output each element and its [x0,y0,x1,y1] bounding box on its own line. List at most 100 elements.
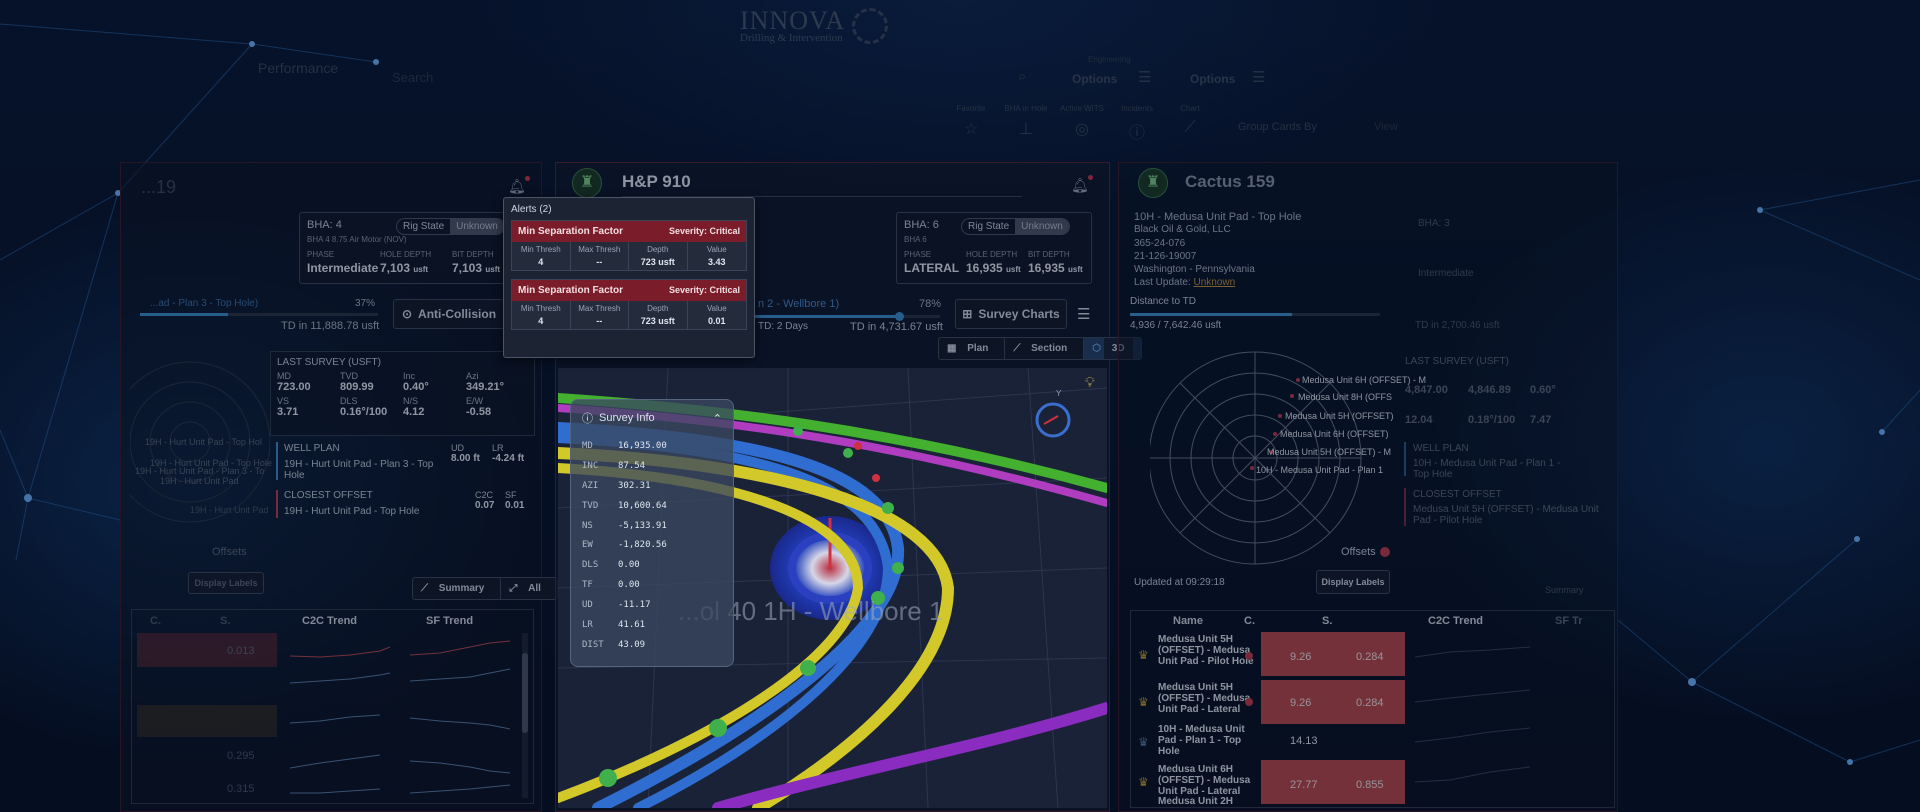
col-s-right[interactable]: S. [1322,615,1332,627]
last-survey-title-right: LAST SURVEY (USFT) [1405,356,1509,367]
alert-card-2[interactable]: Min Separation Factor Severity: Critical … [511,279,747,330]
rig-state-label: Rig State [403,221,445,232]
anti-collision-button[interactable]: ⊙ Anti-Collision [393,299,505,329]
menu-icon[interactable]: ☰ [1138,68,1151,86]
lightbulb-icon[interactable]: 💡︎ [1085,374,1095,391]
sf-cell-2: 0.295 [227,750,255,762]
logo-subtitle: Drilling & Intervention [740,32,843,44]
display-labels-button-right[interactable]: Display Labels [1316,570,1390,594]
lr-label: LR [492,443,504,453]
progress-pct-left: 37% [355,298,376,309]
col-c[interactable]: C. [150,615,161,627]
alert-card-1[interactable]: Min Separation Factor Severity: Critical … [511,220,747,271]
trophy-icon: ♛ [1138,775,1149,789]
ls-vs: VS 3.71 [277,396,299,418]
bha-info-mid: BHA: 6 BHA 6 Rig State Unknown PHASE LATER… [896,212,1092,284]
incident-icon: ⓘ [1128,125,1145,142]
rig-state-toggle-mid[interactable]: Rig State Unknown [961,218,1070,235]
ls-ns: N/S 4.12 [403,396,425,418]
gear-logo-icon [852,8,888,44]
survey-charts-button[interactable]: ⊞ Survey Charts [955,299,1067,329]
si-dist: DIST 43.09 [582,639,646,650]
col-sf-trend-right[interactable]: SF Tr [1555,615,1583,627]
ls-inc: Inc 0.40° [403,371,429,393]
sf-cell-1: 0.013 [227,645,255,657]
toolbar-chart[interactable]: Chart ⟋ [1170,104,1210,137]
trend-sparklines-right [1414,646,1531,783]
search-input[interactable]: Search [392,70,433,85]
id2-right: 21-126-19007 [1134,251,1197,262]
col-name[interactable]: Name [1173,615,1203,627]
col-s[interactable]: S. [220,615,230,627]
c2c-value: 0.07 [475,500,495,511]
anti-collision-label: Anti-Collision [418,307,497,321]
row4-s: 0.855 [1356,779,1384,791]
table-row[interactable]: Medusa Unit 2H [1158,796,1233,807]
toolbar-active-wits[interactable]: Active WITS ◎ [1058,104,1106,139]
well-plan-title-right: WELL PLAN [1413,443,1469,454]
offsets-label-right: Offsets [1341,546,1376,558]
closest-offset-marker-right [1404,488,1406,526]
options-button-2[interactable]: Options [1190,72,1235,86]
sf-label: SF [505,490,517,500]
progress-bar-mid [755,312,940,321]
bha-info-left: BHA: 4 BHA 4 8.75 Air Motor (NOV) Rig St… [299,212,509,284]
display-labels-button-left[interactable]: Display Labels [188,572,264,594]
plot-label-4: 19H - Hurt Unit Pad [160,476,239,486]
all-button-left[interactable]: ⤢ All [501,578,557,599]
cell-highlight-2 [137,705,277,737]
options-button-1[interactable]: Options [1072,72,1117,86]
alert-depth: 723 usft [640,316,675,326]
plan-view-button[interactable]: ▦ Plan [939,338,1006,359]
bell-icon-mid[interactable]: 🔔︎ [1071,175,1093,194]
phase-value: Intermediate [307,261,379,275]
distance-fill [1130,313,1292,316]
ghost-bha: BHA: 3 [1418,218,1450,229]
search-icon[interactable]: ⌕ [1018,68,1026,85]
wits-icon: ◎ [1075,121,1089,138]
ghost-tvd: 4,846.89 [1468,384,1511,396]
collapse-chevron-icon[interactable]: ⌃ [713,412,722,425]
toolbar-bha-in-hole[interactable]: BHA in Hole ⊥ [1000,104,1052,139]
hamburger-icon[interactable]: ☰ [1077,305,1090,323]
star-icon: ☆ [963,121,979,138]
bit-depth-label-mid: BIT DEPTH [1028,250,1070,259]
offsets-toggle[interactable] [1380,547,1390,557]
rig-state-toggle[interactable]: Rig State Unknown [396,218,505,235]
col-sf-trend[interactable]: SF Trend [426,615,473,627]
well-name-right: 10H - Medusa Unit Pad - Top Hole [1134,211,1302,223]
section-view-button[interactable]: ⟋ Section [1005,338,1085,359]
bit-depth-label: BIT DEPTH [452,250,494,259]
bell-icon-left[interactable]: 🔔︎ [508,176,530,195]
survey-info-title: Survey Info [599,412,655,424]
row1-s: 0.284 [1356,651,1384,663]
table-row[interactable]: Medusa Unit 6H (OFFSET) - Medusa Unit Pa… [1158,764,1258,797]
si-ud: UD -11.17 [582,600,651,611]
rig-name-mid: H&P 910 [622,172,691,191]
summary-button-right[interactable]: Summary [1545,585,1584,595]
last-update-link[interactable]: Unknown [1194,277,1236,288]
menu-icon-2[interactable]: ☰ [1252,68,1265,86]
table-row[interactable]: Medusa Unit 5H (OFFSET) - Medusa Unit Pa… [1158,682,1258,715]
view-select[interactable]: View [1374,121,1398,133]
col-c-right[interactable]: C. [1244,615,1255,627]
si-azi: AZI 302.31 [582,480,651,491]
info-icon: ⓘ [582,413,593,425]
table-row[interactable]: Medusa Unit 5H (OFFSET) - Medusa Unit Pa… [1158,634,1258,667]
last-update-right: Last Update: Unknown [1134,277,1236,288]
sf-value: 0.01 [505,500,525,511]
table-row[interactable]: 10H - Medusa Unit Pad - Plan 1 - Top Hol… [1158,724,1258,757]
alert-min-thresh: 4 [538,257,544,267]
row2-c: 9.26 [1290,697,1312,709]
toolbar-incidents[interactable]: Incidents ⓘ [1116,104,1158,143]
toolbar-favorite[interactable]: Favorite ☆ [954,104,988,139]
ls-tvd: TVD 809.99 [340,371,374,393]
summary-button-left[interactable]: ⟋ Summary [413,578,502,599]
group-cards-by-select[interactable]: Group Cards By [1238,121,1317,133]
col-c2c-trend-right[interactable]: C2C Trend [1428,615,1483,627]
distance-title: Distance to TD [1130,296,1196,307]
alerts-popup: Alerts (2) Min Separation Factor Severity… [503,197,755,358]
col-c2c-trend[interactable]: C2C Trend [302,615,357,627]
scrollbar-left[interactable] [522,633,528,798]
row3-c: 14.13 [1290,735,1318,747]
